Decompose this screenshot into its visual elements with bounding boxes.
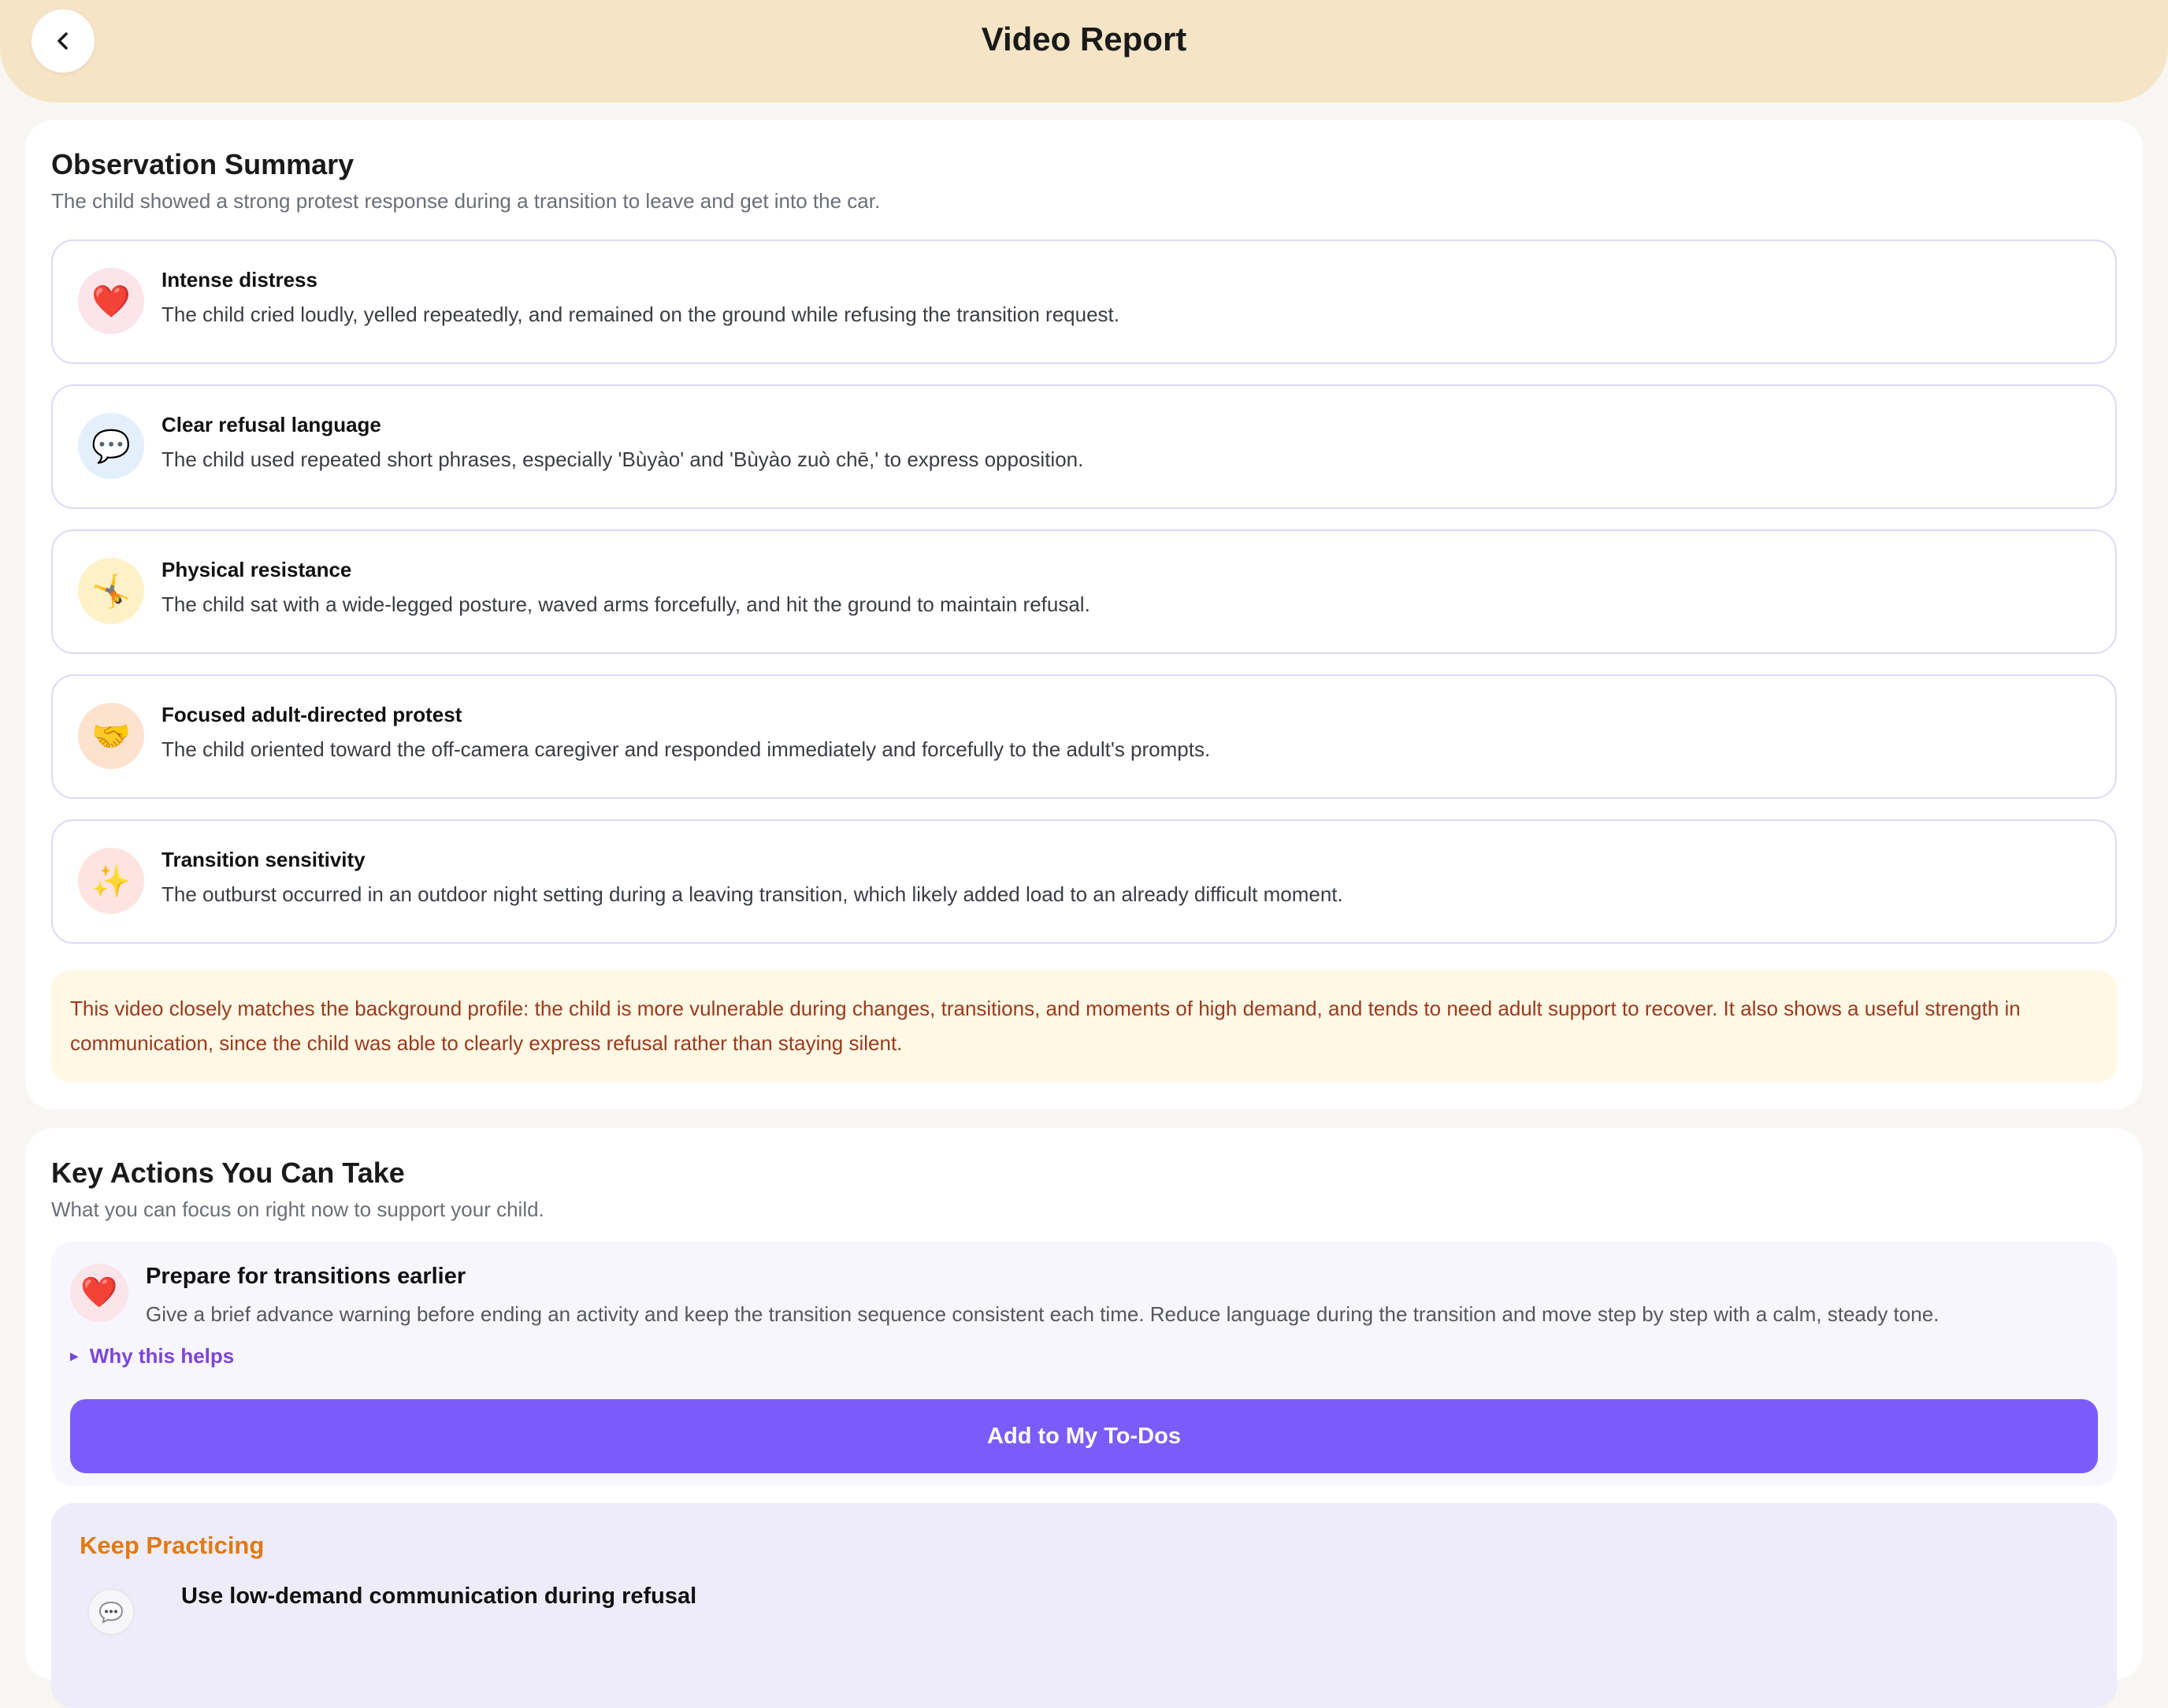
sparkles-icon: ✨ [78,848,144,914]
observation-item-text: The child sat with a wide-legged posture… [161,592,1090,616]
section-title: Observation Summary [51,148,355,180]
section-subtitle: What you can focus on right now to suppo… [51,1197,544,1221]
heart-icon: ❤️ [78,268,144,334]
speech-bubble-icon: 💬 [78,413,144,479]
section-subtitle: The child showed a strong protest respon… [51,189,881,213]
heart-icon: ❤️ [70,1264,128,1322]
profile-note: This video closely matches the backgroun… [51,971,2117,1082]
cartwheel-icon: 🤸 [78,558,144,624]
observation-item-title: Focused adult-directed protest [161,703,462,726]
speech-bubble-icon [87,1588,135,1636]
observation-item-title: Physical resistance [161,558,352,581]
practice-title: Use low-demand communication during refu… [181,1584,697,1609]
observation-item-text: The child used repeated short phrases, e… [161,447,1084,471]
observation-summary-card: Observation Summary The child showed a s… [25,120,2143,1109]
why-this-helps-label: Why this helps [89,1344,235,1368]
action-title: Prepare for transitions earlier [146,1264,466,1289]
handshake-icon: 🤝 [78,703,144,769]
key-actions-card: Key Actions You Can Take What you can fo… [25,1128,2143,1708]
section-title: Key Actions You Can Take [51,1157,405,1189]
observation-item-text: The outburst occurred in an outdoor nigh… [161,882,1343,906]
keep-practicing-label: Keep Practicing [80,1532,265,1559]
observation-item-text: The child oriented toward the off-camera… [161,737,1211,761]
action-card: ❤️ Prepare for transitions earlier Give … [51,1242,2117,1486]
observation-item-title: Clear refusal language [161,413,381,436]
observation-item: 💬 Clear refusal language The child used … [51,384,2117,509]
why-this-helps-toggle[interactable]: ▶ Why this helps [70,1344,234,1368]
caret-right-icon: ▶ [70,1350,79,1362]
observation-item: 🤸 Physical resistance The child sat with… [51,529,2117,654]
observation-item: 🤝 Focused adult-directed protest The chi… [51,674,2117,799]
observation-item-title: Transition sensitivity [161,848,366,871]
observation-item: ✨ Transition sensitivity The outburst oc… [51,819,2117,944]
add-to-todos-button[interactable]: Add to My To-Dos [70,1399,2098,1473]
header-bar: Video Report [0,0,2168,102]
observation-item: ❤️ Intense distress The child cried loud… [51,239,2117,364]
action-description: Give a brief advance warning before endi… [146,1302,1940,1326]
keep-practicing-card: Keep Practicing Use low-demand communica… [51,1503,2117,1708]
observation-item-text: The child cried loudly, yelled repeatedl… [161,303,1119,326]
page-title: Video Report [981,20,1187,58]
observation-item-title: Intense distress [161,268,317,291]
